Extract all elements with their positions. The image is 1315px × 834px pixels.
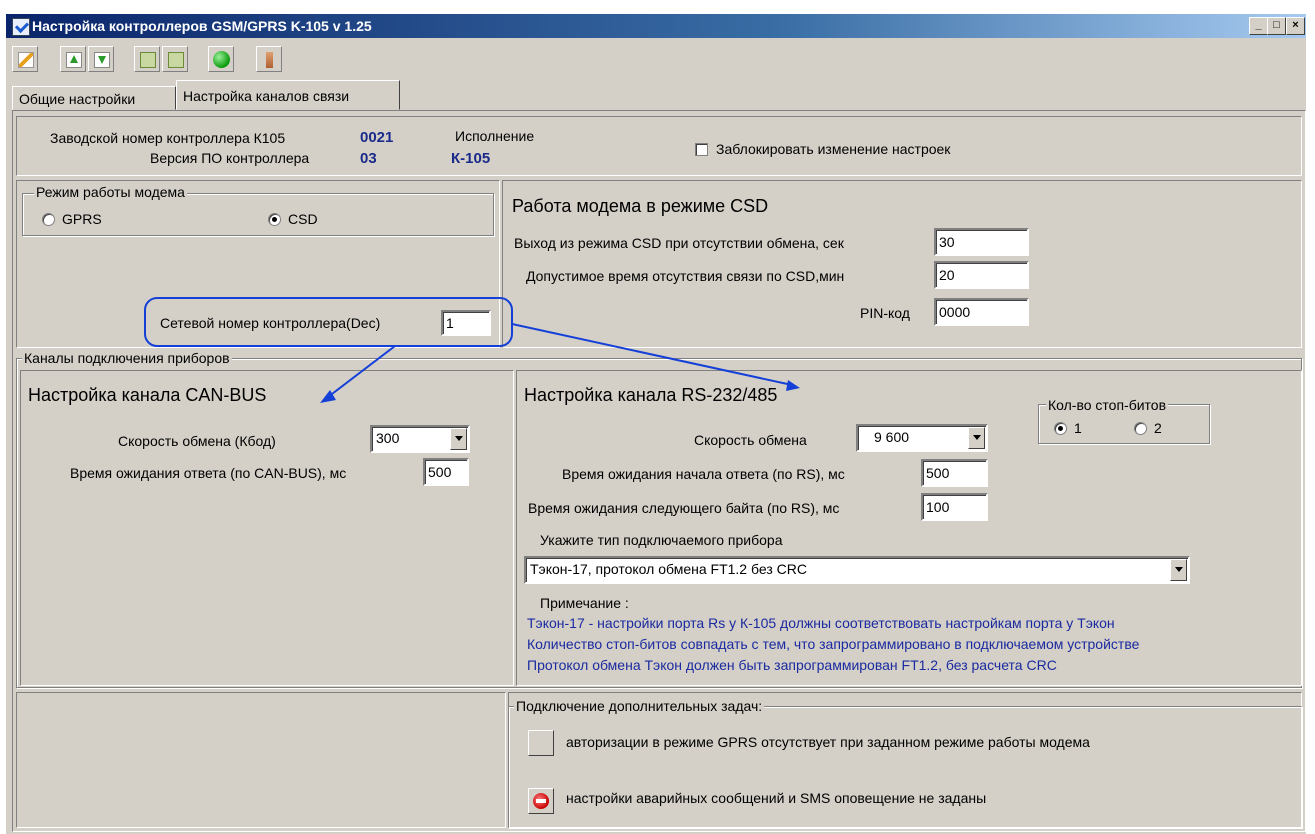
arrow-to-can: [327, 345, 396, 398]
annotation-overlay: [144, 297, 800, 403]
annotation-box: [144, 297, 513, 347]
arrow-to-rs: [511, 323, 793, 386]
arrow-to-rs-head: [786, 380, 800, 391]
